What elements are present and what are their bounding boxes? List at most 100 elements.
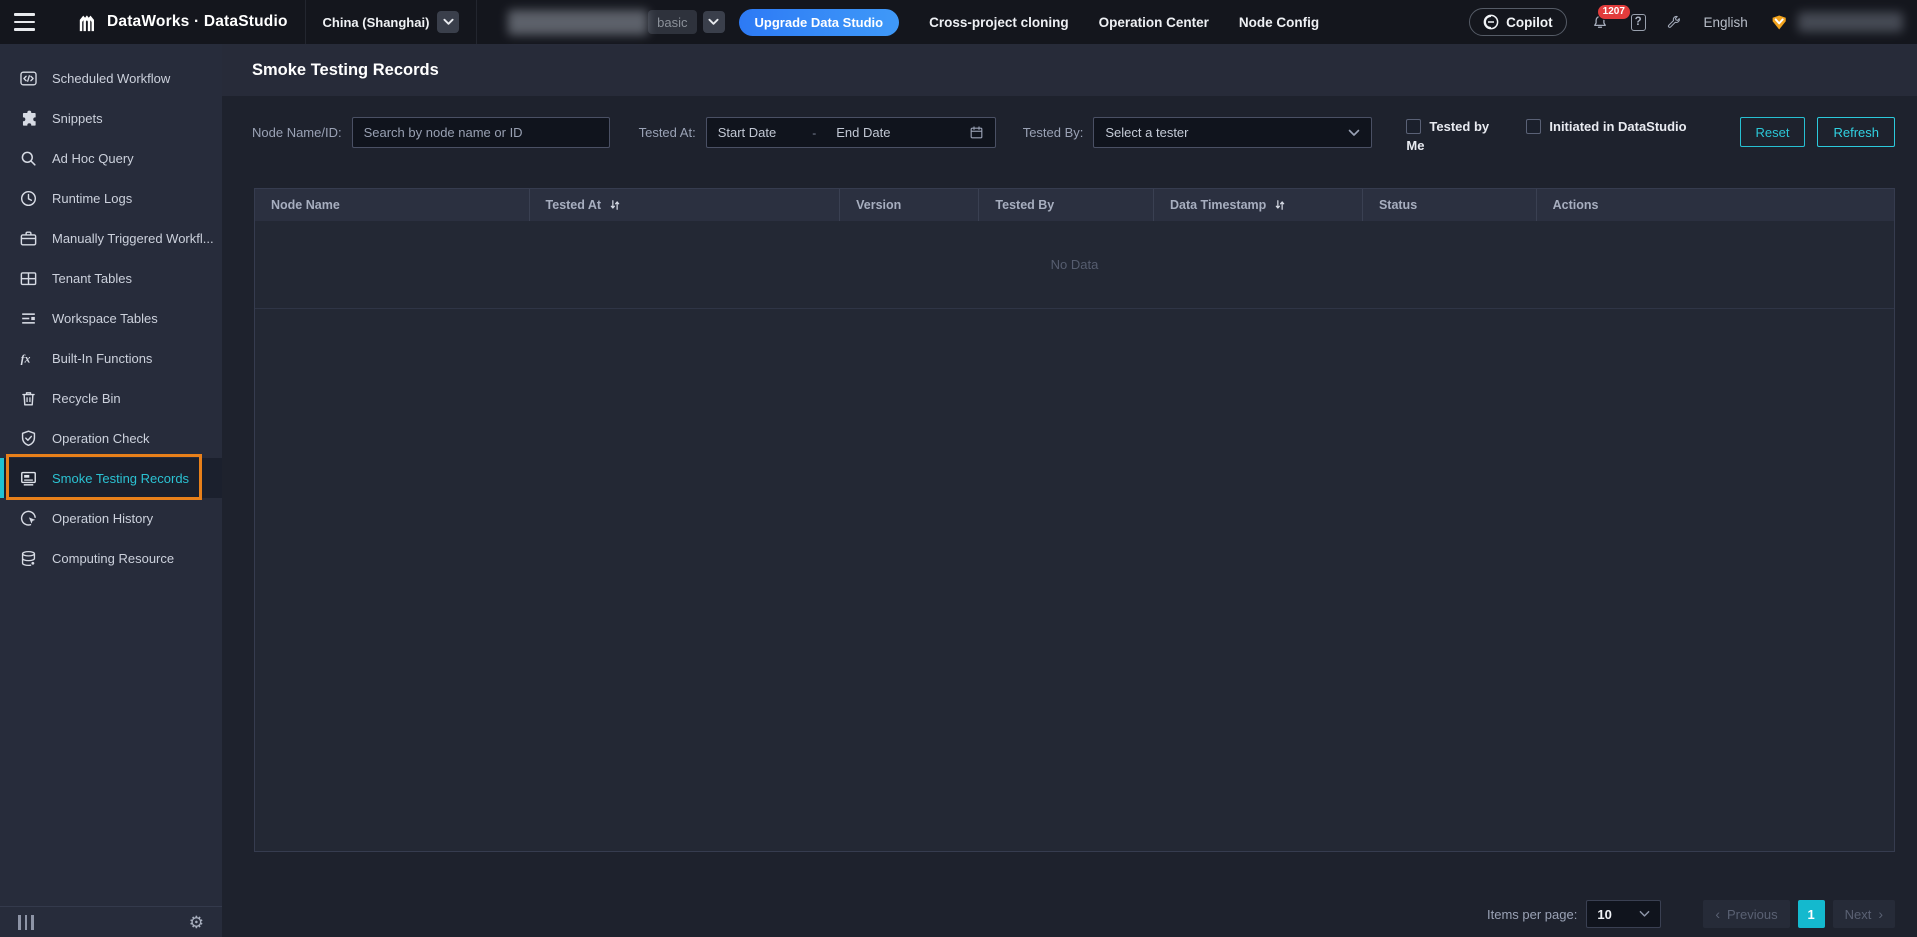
chevron-down-icon [1639,910,1650,917]
next-page-button[interactable]: Next › [1832,900,1895,928]
divider [304,0,306,44]
table-header: Node Name Tested At Version Tested By Da… [255,189,1894,221]
sidebar-item-snippets[interactable]: Snippets [0,98,222,138]
gear-icon[interactable]: ⚙ [189,914,204,931]
reset-button[interactable]: Reset [1739,117,1806,147]
panel-resize-handle-icon[interactable] [18,914,34,930]
clock-icon [20,190,37,206]
chevron-down-icon[interactable] [702,11,725,33]
end-date-placeholder: End Date [836,125,891,140]
previous-page-button[interactable]: ‹ Previous [1703,900,1790,928]
svg-text:fx: fx [21,351,31,365]
sidebar-item-runtime-logs[interactable]: Runtime Logs [0,178,222,218]
page-header: Smoke Testing Records [222,44,1917,96]
notification-badge: 1207 [1596,4,1631,20]
tester-select-placeholder: Select a tester [1105,125,1189,140]
sidebar: Scheduled Workflow Snippets Ad Hoc Query… [0,44,222,937]
nav-node-config[interactable]: Node Config [1239,15,1319,30]
date-range-picker[interactable]: Start Date - End Date [705,117,996,148]
sidebar-item-label: Operation Check [52,430,150,446]
database-icon [21,550,36,566]
date-separator: - [812,125,817,140]
start-date-placeholder: Start Date [717,125,777,140]
column-header-actions: Actions [1552,198,1599,212]
redacted-project-name [508,9,649,35]
no-data-text: No Data [1050,257,1099,272]
menu-icon[interactable] [14,13,35,31]
puzzle-icon [22,110,36,126]
wrench-icon[interactable] [1666,13,1682,31]
column-header-data-timestamp[interactable]: Data Timestamp [1154,189,1363,221]
column-header-node-name: Node Name [255,189,530,221]
column-header-status: Status [1363,189,1537,221]
env-label: basic [648,10,697,34]
chevron-down-icon[interactable] [437,11,460,33]
page-title: Smoke Testing Records [252,60,439,79]
sidebar-item-label: Workspace Tables [52,310,158,326]
sidebar-item-label: Snippets [52,110,103,126]
briefcase-icon [20,230,37,246]
sidebar-item-recycle-bin[interactable]: Recycle Bin [0,378,222,418]
history-cursor-icon [20,510,36,526]
items-per-page-select[interactable]: 10 [1586,900,1662,928]
sidebar-item-ad-hoc-query[interactable]: Ad Hoc Query [0,138,222,178]
vip-badge-icon[interactable] [1770,13,1788,32]
sort-icon[interactable] [1274,199,1286,211]
sidebar-item-operation-check[interactable]: Operation Check [0,418,222,458]
sidebar-footer: ⚙ [0,906,222,937]
copilot-label: Copilot [1506,14,1553,30]
initiated-in-datastudio-option: Initiated in DataStudio [1526,117,1687,136]
node-name-label: Node Name/ID: [252,125,342,140]
nav-operation-center[interactable]: Operation Center [1099,15,1209,30]
current-page-button[interactable]: 1 [1797,900,1825,928]
initiated-checkbox[interactable] [1526,119,1542,134]
sidebar-item-label: Runtime Logs [52,190,133,206]
node-search-input[interactable] [351,117,610,148]
filter-bar: Node Name/ID: Tested At: Start Date - En… [222,96,1917,155]
refresh-button[interactable]: Refresh [1817,117,1895,147]
notifications-button[interactable]: 1207 [1591,4,1631,31]
list-icon [22,312,35,324]
brand-title: DataWorks · DataStudio [106,13,288,30]
sidebar-item-label: Scheduled Workflow [52,70,171,86]
copilot-icon [1483,14,1499,30]
sidebar-item-operation-history[interactable]: Operation History [0,498,222,538]
nav-cross-project-cloning[interactable]: Cross-project cloning [929,15,1069,30]
sidebar-item-manually-triggered-workflows[interactable]: Manually Triggered Workfl... [0,218,222,258]
sidebar-item-label: Operation History [52,510,154,526]
tester-select[interactable]: Select a tester [1093,117,1373,148]
pagination: Items per page: 10 ‹ Previous 1 Next › [1487,900,1895,928]
shield-check-icon [21,430,36,446]
table-icon [20,271,37,285]
main-content: Smoke Testing Records Node Name/ID: Test… [222,44,1917,937]
items-per-page-label: Items per page: [1487,906,1578,922]
calendar-icon [970,126,983,139]
tested-by-me-checkbox[interactable] [1406,119,1422,134]
document-icon [21,471,36,486]
sidebar-item-smoke-testing-records[interactable]: Smoke Testing Records [0,458,222,498]
upgrade-data-studio-button[interactable]: Upgrade Data Studio [738,8,900,36]
language-selector[interactable]: English [1703,15,1747,30]
sidebar-item-scheduled-workflow[interactable]: Scheduled Workflow [0,58,222,98]
redacted-account-name [1798,12,1904,32]
sidebar-item-computing-resource[interactable]: Computing Resource [0,538,222,578]
column-header-tested-at[interactable]: Tested At [530,189,841,221]
help-icon[interactable]: ? [1630,13,1646,31]
tested-at-label: Tested At: [638,125,696,140]
trash-icon [22,391,35,406]
env-selector[interactable]: basic [648,10,725,34]
sidebar-item-workspace-tables[interactable]: Workspace Tables [0,298,222,338]
sidebar-item-label: Tenant Tables [52,270,132,286]
chevron-left-icon: ‹ [1715,906,1721,922]
items-per-page-value: 10 [1597,906,1612,922]
sidebar-item-tenant-tables[interactable]: Tenant Tables [0,258,222,298]
region-selector[interactable]: China (Shanghai) [323,11,460,33]
divider [476,0,478,44]
sidebar-item-built-in-functions[interactable]: fx Built-In Functions [0,338,222,378]
column-header-tested-by: Tested By [979,189,1154,221]
copilot-button[interactable]: Copilot [1469,8,1567,36]
sidebar-item-label: Computing Resource [52,550,175,566]
dataworks-logo-icon [79,14,94,31]
sort-icon[interactable] [609,199,621,211]
chevron-down-icon [1349,129,1360,136]
